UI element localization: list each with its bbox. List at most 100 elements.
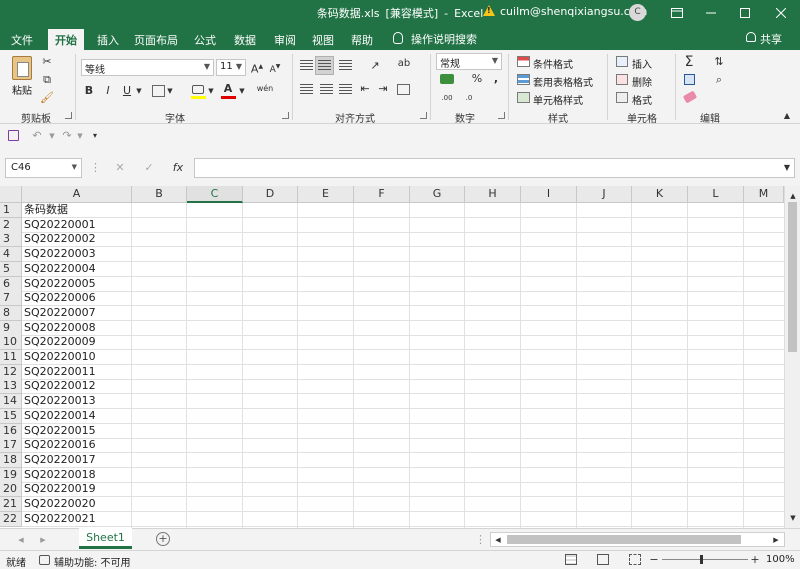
number-launcher-icon[interactable] [498,112,505,119]
number-format-select[interactable]: 常规 ▼ [436,53,502,70]
decrease-indent-icon[interactable]: ⇤ [358,81,372,97]
copy-icon[interactable]: ⧉ [40,72,54,88]
insert-function-button[interactable]: fx [170,160,186,176]
paste-button[interactable]: 粘贴 [12,82,32,97]
cell-a[interactable]: SQ20220005 [22,277,132,291]
next-sheet-icon[interactable]: ▶ [38,532,48,548]
cell-a[interactable]: SQ20220011 [22,365,132,379]
insert-cells-button[interactable]: 插入 [632,56,652,71]
save-icon[interactable] [8,130,19,141]
row-header[interactable]: 22 [0,511,22,527]
tab-home[interactable]: 开始 [48,29,84,50]
cell-a[interactable]: SQ20220003 [22,247,132,261]
format-as-table-button[interactable]: 套用表格格式 [533,74,593,89]
row-header[interactable]: 4 [0,247,22,263]
row-header[interactable]: 10 [0,335,22,351]
row-header[interactable]: 13 [0,379,22,395]
underline-button[interactable]: U [121,83,133,99]
cell-a[interactable]: SQ20220021 [22,512,132,526]
row-header[interactable]: 16 [0,423,22,439]
warning-icon[interactable] [483,5,495,16]
undo-icon[interactable]: ↶ [30,128,44,144]
orientation-icon[interactable]: ↗ [368,58,382,74]
fill-down-icon[interactable] [684,74,695,85]
close-button[interactable] [764,0,798,25]
sort-filter-icon[interactable]: ⇅ [712,54,726,70]
comma-button[interactable]: , [490,71,502,87]
scroll-down-icon[interactable]: ▼ [787,510,799,526]
tab-insert[interactable]: 插入 [90,29,126,50]
column-header-e[interactable]: E [298,186,354,203]
cell-a[interactable]: SQ20220016 [22,438,132,452]
column-header-k[interactable]: K [632,186,688,203]
scroll-left-icon[interactable]: ◀ [493,532,503,548]
column-header-l[interactable]: L [688,186,744,203]
align-bottom-icon[interactable] [339,60,352,71]
tell-me-search[interactable]: 操作说明搜索 [411,31,477,47]
cell-a[interactable]: SQ20220012 [22,379,132,393]
border-dropdown-icon[interactable]: ▼ [166,83,174,99]
autosum-icon[interactable]: Σ [682,54,696,70]
clipboard-launcher-icon[interactable] [65,112,72,119]
tab-page-layout[interactable]: 页面布局 [131,29,181,50]
row-header[interactable]: 5 [0,261,22,277]
zoom-out-button[interactable]: − [649,552,659,568]
shrink-font-button[interactable]: A▼ [268,59,282,75]
column-header-f[interactable]: F [354,186,410,203]
enter-formula-button[interactable]: ✓ [142,160,156,176]
tab-help[interactable]: 帮助 [345,29,379,50]
column-header-h[interactable]: H [465,186,521,203]
collapse-ribbon-icon[interactable]: ▲ [781,108,793,124]
border-icon[interactable] [152,85,165,97]
page-break-view-icon[interactable] [629,554,641,565]
merge-center-icon[interactable] [397,84,410,95]
column-header-d[interactable]: D [243,186,298,203]
row-header[interactable]: 9 [0,320,22,336]
page-layout-view-icon[interactable] [597,554,609,565]
redo-dropdown-icon[interactable]: ▼ [76,128,84,144]
row-header[interactable]: 18 [0,452,22,468]
row-header[interactable]: 3 [0,232,22,248]
clear-icon[interactable] [682,90,698,104]
zoom-slider-thumb[interactable] [700,555,703,564]
column-header-i[interactable]: I [521,186,577,203]
tab-view[interactable]: 视图 [306,29,340,50]
align-center-icon[interactable] [320,84,333,95]
font-name-select[interactable]: 等线 ▼ [81,59,214,76]
cell-a[interactable]: SQ20220004 [22,262,132,276]
cell-a[interactable]: SQ20220017 [22,453,132,467]
tab-file[interactable]: 文件 [4,29,40,50]
worksheet-grid[interactable]: A B C D E F G H I J K L M 1 条码数据 2 SQ202200… [0,186,784,528]
row-header[interactable]: 8 [0,305,22,321]
horizontal-scrollbar[interactable]: ◀ ▶ [490,532,785,547]
cut-icon[interactable]: ✂ [40,54,54,70]
italic-button[interactable]: I [102,83,114,99]
user-email[interactable]: cuilm@shenqixiangsu.com [500,5,647,18]
format-cells-button[interactable]: 格式 [632,92,652,107]
grow-font-button[interactable]: A▲ [250,59,264,76]
format-painter-icon[interactable]: 🖌 [40,90,54,106]
align-left-icon[interactable] [300,84,313,95]
column-header-a[interactable]: A [22,186,132,203]
add-sheet-button[interactable]: + [156,532,170,546]
increase-indent-icon[interactable]: ⇥ [376,81,390,97]
tab-review[interactable]: 审阅 [268,29,302,50]
cell-a[interactable]: SQ20220006 [22,291,132,305]
cell-a[interactable]: SQ20220007 [22,306,132,320]
paste-icon[interactable] [12,56,32,80]
vertical-scroll-thumb[interactable] [788,202,797,352]
avatar[interactable]: C [629,4,646,21]
bold-button[interactable]: B [83,83,95,99]
cell-a[interactable]: SQ20220018 [22,468,132,482]
row-header[interactable]: 11 [0,350,22,365]
decrease-decimal-icon[interactable]: .0 [460,90,478,106]
cell-a[interactable]: SQ20220013 [22,394,132,408]
cell-a[interactable]: SQ20220002 [22,232,132,246]
column-header-j[interactable]: J [577,186,632,203]
minimize-button[interactable] [694,0,728,25]
fill-dropdown-icon[interactable]: ▼ [207,83,215,99]
delete-cells-button[interactable]: 删除 [632,74,652,89]
cell-a[interactable]: SQ20220001 [22,218,132,232]
ribbon-display-options-button[interactable] [660,0,694,25]
underline-dropdown-icon[interactable]: ▼ [135,83,143,99]
